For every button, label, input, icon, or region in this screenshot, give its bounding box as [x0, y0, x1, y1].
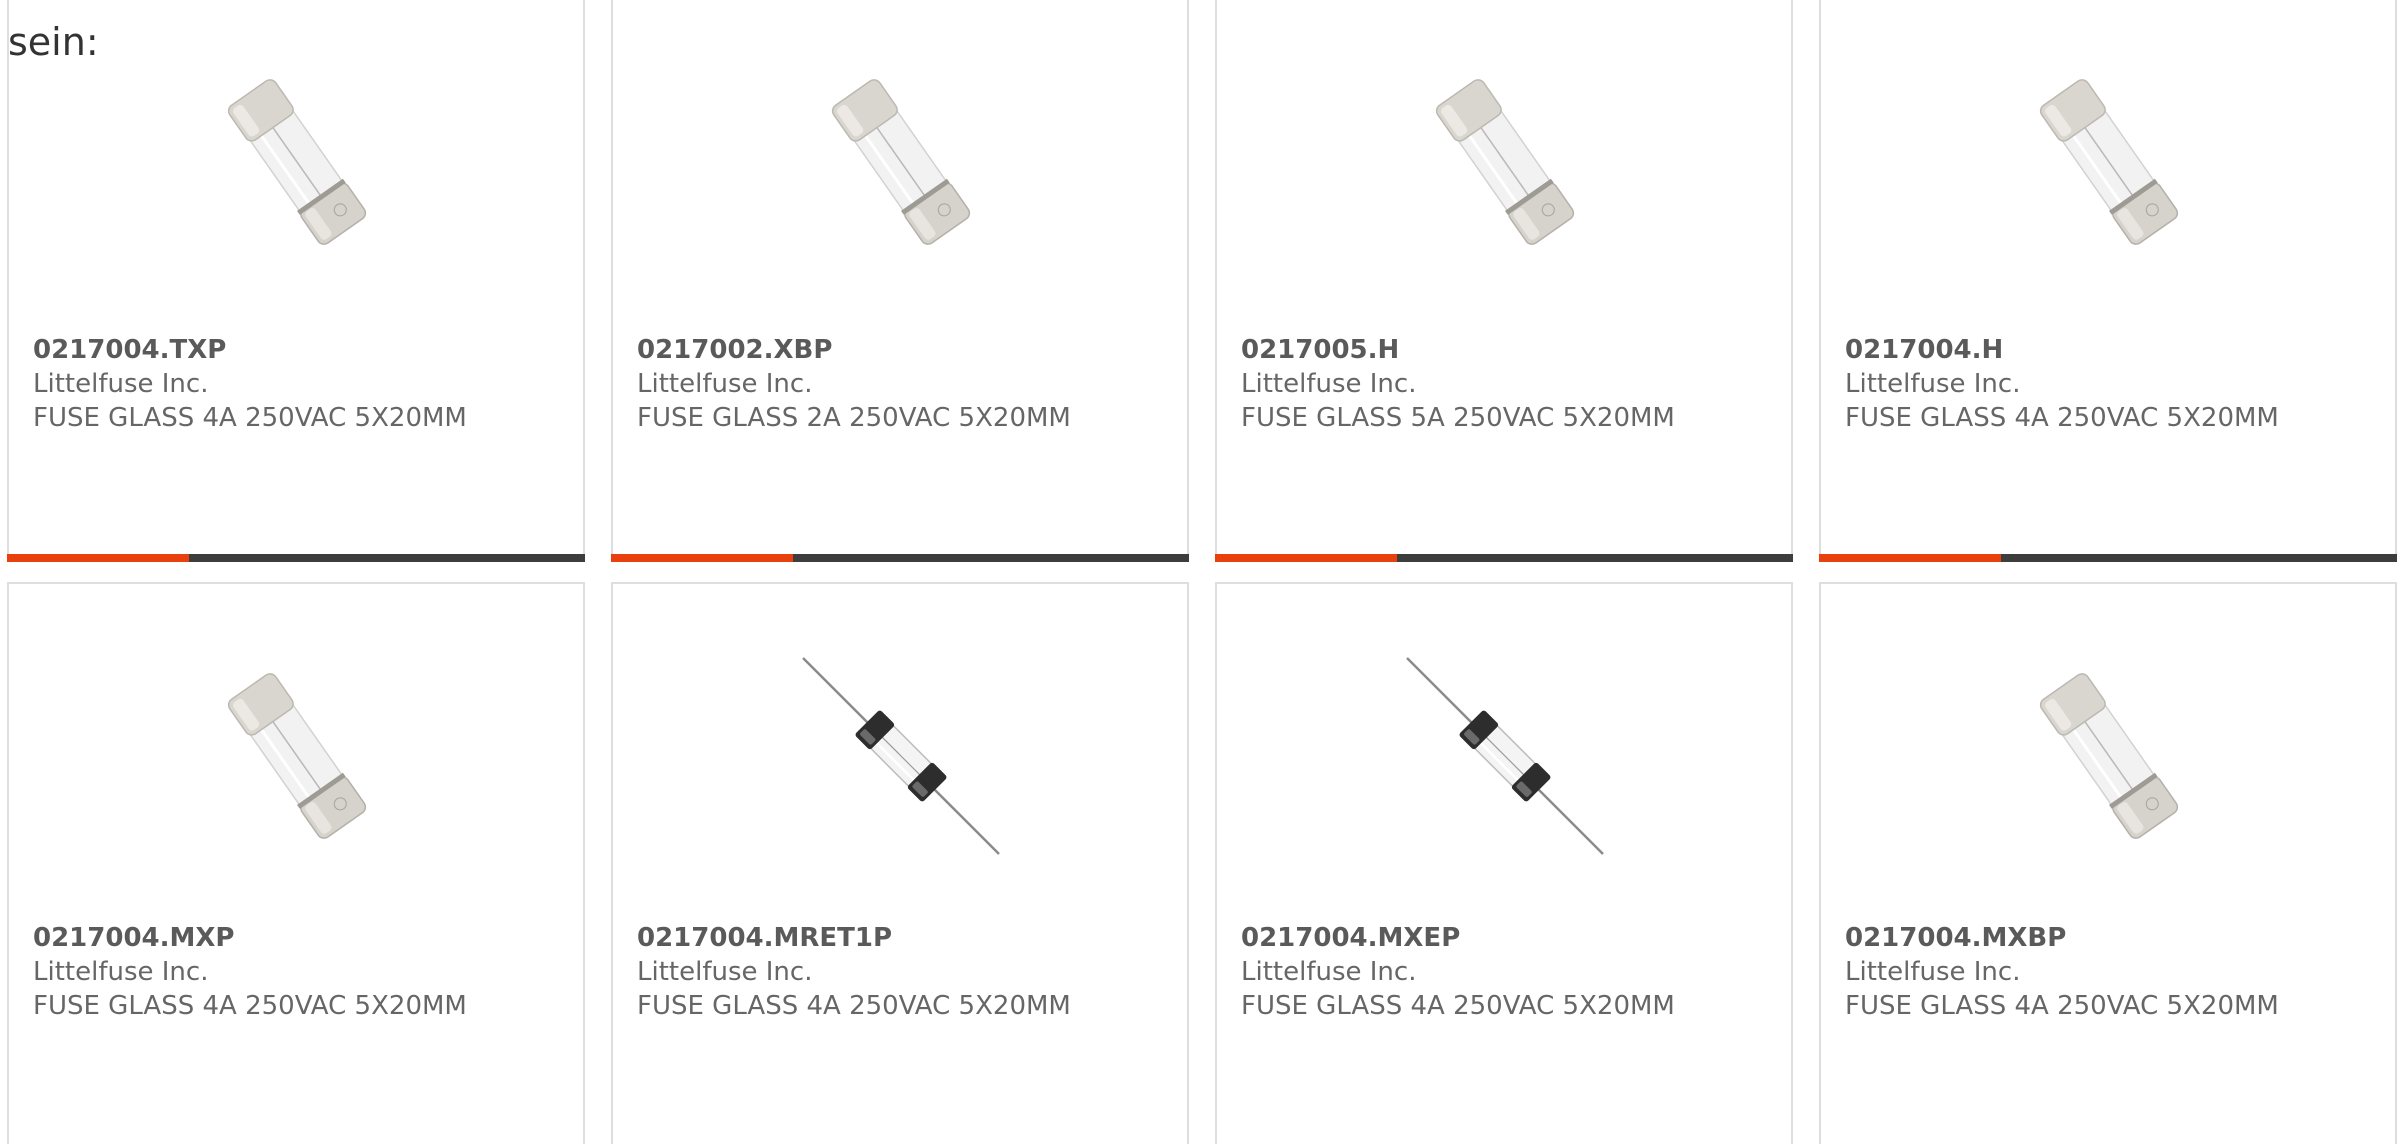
- manufacturer: Littelfuse Inc.: [637, 369, 813, 399]
- product-description: FUSE GLASS 4A 250VAC 5X20MM: [1845, 991, 2279, 1021]
- product-description: FUSE GLASS 5A 250VAC 5X20MM: [1241, 403, 1675, 433]
- product-info: 0217004.MXEP Littelfuse Inc. FUSE GLASS …: [1241, 921, 1781, 1023]
- product-description: FUSE GLASS 4A 250VAC 5X20MM: [1241, 991, 1675, 1021]
- product-description: FUSE GLASS 4A 250VAC 5X20MM: [33, 991, 467, 1021]
- product-description: FUSE GLASS 4A 250VAC 5X20MM: [637, 991, 1071, 1021]
- product-card[interactable]: 0217004.MXP Littelfuse Inc. FUSE GLASS 4…: [7, 582, 585, 1144]
- product-info: 0217004.MXBP Littelfuse Inc. FUSE GLASS …: [1845, 921, 2385, 1023]
- card-accent-bar: [1215, 554, 1793, 562]
- product-card[interactable]: 0217004.MXEP Littelfuse Inc. FUSE GLASS …: [1215, 582, 1793, 1144]
- product-card[interactable]: 0217004.H Littelfuse Inc. FUSE GLASS 4A …: [1819, 0, 2397, 562]
- product-info: 0217005.H Littelfuse Inc. FUSE GLASS 5A …: [1241, 333, 1781, 435]
- intro-text: sein:: [8, 20, 99, 64]
- product-description: FUSE GLASS 4A 250VAC 5X20MM: [33, 403, 467, 433]
- manufacturer: Littelfuse Inc.: [1845, 957, 2021, 987]
- card-accent-segment: [611, 554, 793, 562]
- card-accent-bar: [611, 554, 1189, 562]
- glass-cartridge-fuse-icon[interactable]: [2009, 656, 2209, 856]
- part-number-link[interactable]: 0217005.H: [1241, 333, 1781, 367]
- product-info: 0217002.XBP Littelfuse Inc. FUSE GLASS 2…: [637, 333, 1177, 435]
- manufacturer: Littelfuse Inc.: [33, 957, 209, 987]
- card-accent-bar: [7, 554, 585, 562]
- glass-cartridge-fuse-icon[interactable]: [197, 62, 397, 262]
- part-number-link[interactable]: 0217002.XBP: [637, 333, 1177, 367]
- axial-lead-fuse-icon[interactable]: [1405, 656, 1605, 856]
- product-card[interactable]: 0217002.XBP Littelfuse Inc. FUSE GLASS 2…: [611, 0, 1189, 562]
- product-card[interactable]: 0217004.MRET1P Littelfuse Inc. FUSE GLAS…: [611, 582, 1189, 1144]
- product-card[interactable]: 0217005.H Littelfuse Inc. FUSE GLASS 5A …: [1215, 0, 1793, 562]
- manufacturer: Littelfuse Inc.: [33, 369, 209, 399]
- product-description: FUSE GLASS 2A 250VAC 5X20MM: [637, 403, 1071, 433]
- part-number-link[interactable]: 0217004.MXBP: [1845, 921, 2385, 955]
- product-info: 0217004.MRET1P Littelfuse Inc. FUSE GLAS…: [637, 921, 1177, 1023]
- card-accent-segment: [7, 554, 189, 562]
- manufacturer: Littelfuse Inc.: [637, 957, 813, 987]
- part-number-link[interactable]: 0217004.H: [1845, 333, 2385, 367]
- manufacturer: Littelfuse Inc.: [1241, 957, 1417, 987]
- card-accent-segment: [1215, 554, 1397, 562]
- manufacturer: Littelfuse Inc.: [1241, 369, 1417, 399]
- product-info: 0217004.H Littelfuse Inc. FUSE GLASS 4A …: [1845, 333, 2385, 435]
- product-description: FUSE GLASS 4A 250VAC 5X20MM: [1845, 403, 2279, 433]
- card-accent-bar: [1819, 554, 2397, 562]
- glass-cartridge-fuse-icon[interactable]: [197, 656, 397, 856]
- product-card[interactable]: 0217004.TXP Littelfuse Inc. FUSE GLASS 4…: [7, 0, 585, 562]
- card-accent-segment: [1819, 554, 2001, 562]
- glass-cartridge-fuse-icon[interactable]: [1405, 62, 1605, 262]
- part-number-link[interactable]: 0217004.MXEP: [1241, 921, 1781, 955]
- glass-cartridge-fuse-icon[interactable]: [2009, 62, 2209, 262]
- part-number-link[interactable]: 0217004.TXP: [33, 333, 573, 367]
- part-number-link[interactable]: 0217004.MXP: [33, 921, 573, 955]
- part-number-link[interactable]: 0217004.MRET1P: [637, 921, 1177, 955]
- axial-lead-fuse-icon[interactable]: [801, 656, 1001, 856]
- product-info: 0217004.TXP Littelfuse Inc. FUSE GLASS 4…: [33, 333, 573, 435]
- product-info: 0217004.MXP Littelfuse Inc. FUSE GLASS 4…: [33, 921, 573, 1023]
- glass-cartridge-fuse-icon[interactable]: [801, 62, 1001, 262]
- manufacturer: Littelfuse Inc.: [1845, 369, 2021, 399]
- product-results-page: sein: 0217004.TXP Littelfuse Inc. FUSE G…: [0, 0, 2400, 1144]
- product-card[interactable]: 0217004.MXBP Littelfuse Inc. FUSE GLASS …: [1819, 582, 2397, 1144]
